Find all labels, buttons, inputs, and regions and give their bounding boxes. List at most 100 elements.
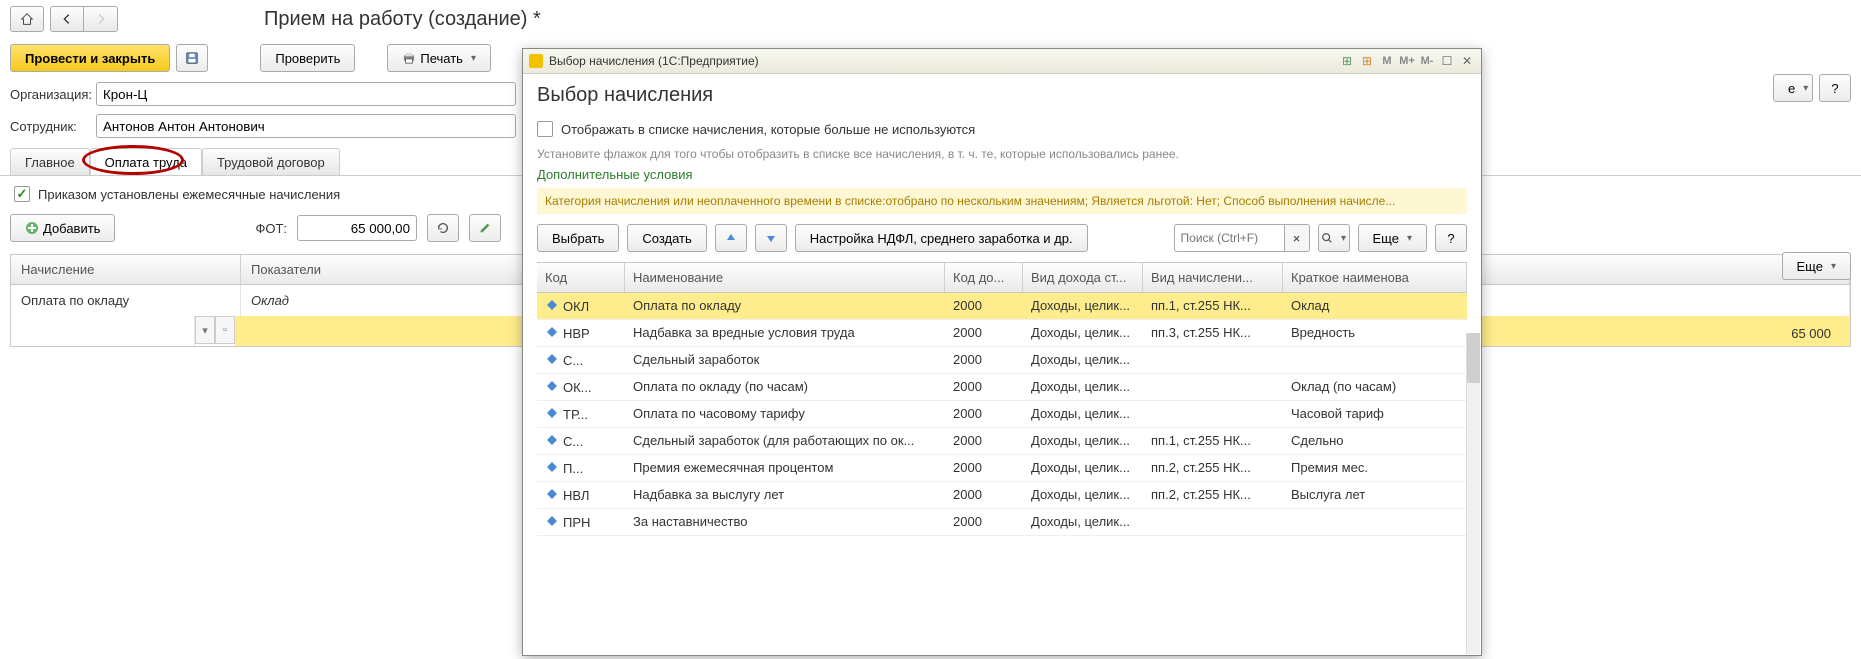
search-clear-button[interactable]: × <box>1284 224 1310 252</box>
top-help-button[interactable]: ? <box>1819 74 1851 102</box>
add-button[interactable]: Добавить <box>10 214 115 242</box>
list-item[interactable]: ТР...Оплата по часовому тарифу2000Доходы… <box>537 401 1467 428</box>
print-button[interactable]: Печать <box>387 44 491 72</box>
cell-name: Оплата по часовому тарифу <box>625 401 945 427</box>
amount-value: 65 000 <box>1791 326 1831 341</box>
cell-name: Сдельный заработок (для работающих по ок… <box>625 428 945 454</box>
col-name[interactable]: Наименование <box>625 263 945 293</box>
tab-main[interactable]: Главное <box>10 148 90 175</box>
emp-input[interactable] <box>96 114 516 138</box>
maximize-icon[interactable]: ☐ <box>1439 53 1455 69</box>
fot-label: ФОТ: <box>255 221 287 236</box>
config-button[interactable]: Настройка НДФЛ, среднего заработка и др. <box>795 224 1088 252</box>
back-button[interactable] <box>50 6 84 32</box>
item-icon <box>545 433 559 447</box>
cell-vn <box>1143 509 1283 535</box>
create-button[interactable]: Создать <box>627 224 706 252</box>
tab-pay[interactable]: Оплата труда <box>90 148 202 175</box>
calc2-icon[interactable]: ⊞ <box>1359 53 1375 69</box>
cell-kn: Часовой тариф <box>1283 401 1467 427</box>
search-box: × <box>1174 224 1310 252</box>
org-input[interactable] <box>96 82 516 106</box>
select-accrual-dialog: Выбор начисления (1С:Предприятие) ⊞ ⊞ M … <box>522 48 1482 656</box>
col-code[interactable]: Код <box>537 263 625 293</box>
save-button[interactable] <box>176 44 208 72</box>
list-item[interactable]: С...Сдельный заработок2000Доходы, целик.… <box>537 347 1467 374</box>
calc1-icon[interactable]: ⊞ <box>1339 53 1355 69</box>
find-dropdown[interactable] <box>1318 224 1350 252</box>
print-label: Печать <box>420 51 463 66</box>
list-item[interactable]: ОК...Оплата по окладу (по часам)2000Дохо… <box>537 374 1467 401</box>
cell-name: За наставничество <box>625 509 945 535</box>
open-button[interactable]: ▫ <box>215 316 235 344</box>
dialog-heading: Выбор начисления <box>537 84 1467 107</box>
dlg-help-button[interactable]: ? <box>1435 224 1467 252</box>
move-down-button[interactable] <box>755 224 787 252</box>
emp-label: Сотрудник: <box>10 119 96 134</box>
col-kod[interactable]: Код до... <box>945 263 1023 293</box>
show-unused-checkbox[interactable] <box>537 121 553 137</box>
filter-text: Категория начисления или неоплаченного в… <box>537 188 1467 214</box>
dlg-more-button[interactable]: Еще <box>1358 224 1427 252</box>
home-button[interactable] <box>10 6 44 32</box>
cell-name: Оплата по окладу (по часам) <box>625 374 945 400</box>
edit-button[interactable] <box>469 214 501 242</box>
cell-kod: 2000 <box>945 509 1023 535</box>
cell-kod: 2000 <box>945 482 1023 508</box>
col-vid[interactable]: Вид дохода ст... <box>1023 263 1143 293</box>
list-item[interactable]: П...Премия ежемесячная процентом2000Дохо… <box>537 455 1467 482</box>
move-up-button[interactable] <box>715 224 747 252</box>
list-item[interactable]: ОКЛОплата по окладу2000Доходы, целик...п… <box>537 293 1467 320</box>
m-plus-button[interactable]: M+ <box>1399 53 1415 69</box>
cell-vid: Доходы, целик... <box>1023 509 1143 535</box>
monthly-accruals-checkbox[interactable] <box>14 186 30 202</box>
list-item[interactable]: НВЛНадбавка за выслугу лет2000Доходы, це… <box>537 482 1467 509</box>
close-icon[interactable]: ✕ <box>1459 53 1475 69</box>
grid-more-button[interactable]: Еще <box>1782 252 1851 280</box>
cell-name: Оплата по окладу <box>625 293 945 319</box>
cell-kn <box>1283 347 1467 373</box>
cell-code: ПРН <box>563 515 590 530</box>
monthly-accruals-label: Приказом установлены ежемесячные начисле… <box>38 187 340 202</box>
search-input[interactable] <box>1174 224 1284 252</box>
item-icon <box>545 406 559 420</box>
list-item[interactable]: С...Сдельный заработок (для работающих п… <box>537 428 1467 455</box>
list-item[interactable]: НВРНадбавка за вредные условия труда2000… <box>537 320 1467 347</box>
list-item[interactable]: ПРН За наставничество2000Доходы, целик... <box>537 509 1467 536</box>
cell-vn <box>1143 374 1283 400</box>
cell-vid: Доходы, целик... <box>1023 374 1143 400</box>
item-icon <box>545 325 559 339</box>
cell-kn: Оклад <box>1283 293 1467 319</box>
cell-code: П... <box>563 461 583 476</box>
cell-vn <box>1143 347 1283 373</box>
item-icon <box>545 460 559 474</box>
cell-name: Сдельный заработок <box>625 347 945 373</box>
cell-kod: 2000 <box>945 374 1023 400</box>
col-vn[interactable]: Вид начислени... <box>1143 263 1283 293</box>
col-kn[interactable]: Краткое наименова <box>1283 263 1467 293</box>
m-button[interactable]: M <box>1379 53 1395 69</box>
post-and-close-button[interactable]: Провести и закрыть <box>10 44 170 72</box>
col-accrual[interactable]: Начисление <box>11 255 241 284</box>
dropdown-arrow-button[interactable]: ▾ <box>195 316 215 344</box>
cell-code: ОКЛ <box>563 299 589 314</box>
scrollbar[interactable] <box>1466 333 1480 654</box>
cell-code: ТР... <box>563 407 588 422</box>
forward-button[interactable] <box>84 6 118 32</box>
top-more-dropdown[interactable]: е <box>1773 74 1813 102</box>
check-button[interactable]: Проверить <box>260 44 355 72</box>
cell-vn: пп.1, ст.255 НК... <box>1143 293 1283 319</box>
cell-kn <box>1283 509 1467 535</box>
dialog-title: Выбор начисления (1С:Предприятие) <box>549 54 759 68</box>
cell-vn: пп.2, ст.255 НК... <box>1143 455 1283 481</box>
show-unused-label: Отображать в списке начисления, которые … <box>561 122 975 137</box>
m-minus-button[interactable]: M- <box>1419 53 1435 69</box>
cell-vid: Доходы, целик... <box>1023 347 1143 373</box>
extra-conditions-link[interactable]: Дополнительные условия <box>537 167 1467 182</box>
fot-input[interactable] <box>297 215 417 241</box>
tab-contract[interactable]: Трудовой договор <box>202 148 340 175</box>
refresh-button[interactable] <box>427 214 459 242</box>
select-button[interactable]: Выбрать <box>537 224 619 252</box>
hint-text: Установите флажок для того чтобы отобраз… <box>537 147 1467 161</box>
cell-vid: Доходы, целик... <box>1023 320 1143 346</box>
